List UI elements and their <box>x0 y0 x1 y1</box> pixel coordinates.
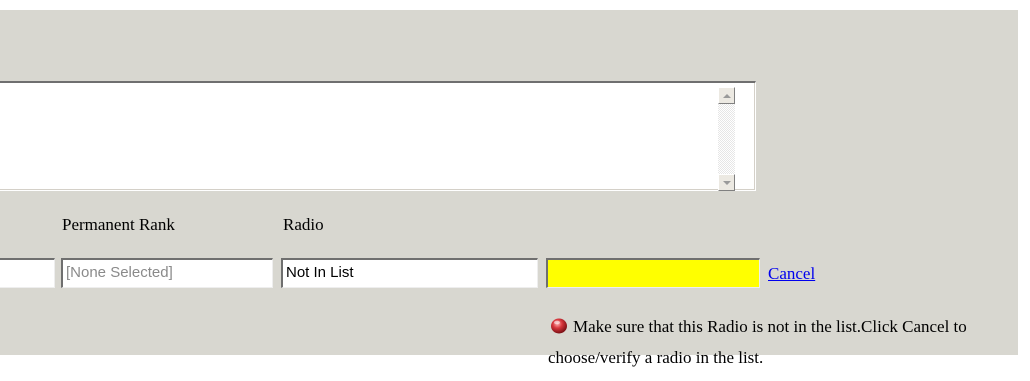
radio-input[interactable]: Not In List <box>281 258 538 288</box>
scroll-down-button[interactable] <box>718 174 735 191</box>
radio-label: Radio <box>283 215 324 234</box>
textarea-scrollbar[interactable] <box>718 87 735 191</box>
warning-message-text: Make sure that this Radio is not in the … <box>548 317 967 367</box>
permanent-rank-label: Permanent Rank <box>62 215 175 234</box>
arrow-down-icon <box>722 180 731 185</box>
warning-message: Make sure that this Radio is not in the … <box>548 311 1018 373</box>
red-warning-icon <box>551 318 567 334</box>
arrow-up-icon <box>722 93 731 98</box>
permanent-rank-select[interactable]: [None Selected] <box>61 258 273 288</box>
scroll-up-button[interactable] <box>718 87 735 104</box>
form-panel: Permanent Rank Radio [None Selected] Not… <box>0 10 1018 367</box>
left-partial-field[interactable] <box>0 258 55 288</box>
new-radio-input[interactable] <box>546 258 760 288</box>
notes-textarea[interactable] <box>0 81 756 191</box>
cancel-link[interactable]: Cancel <box>768 264 815 284</box>
